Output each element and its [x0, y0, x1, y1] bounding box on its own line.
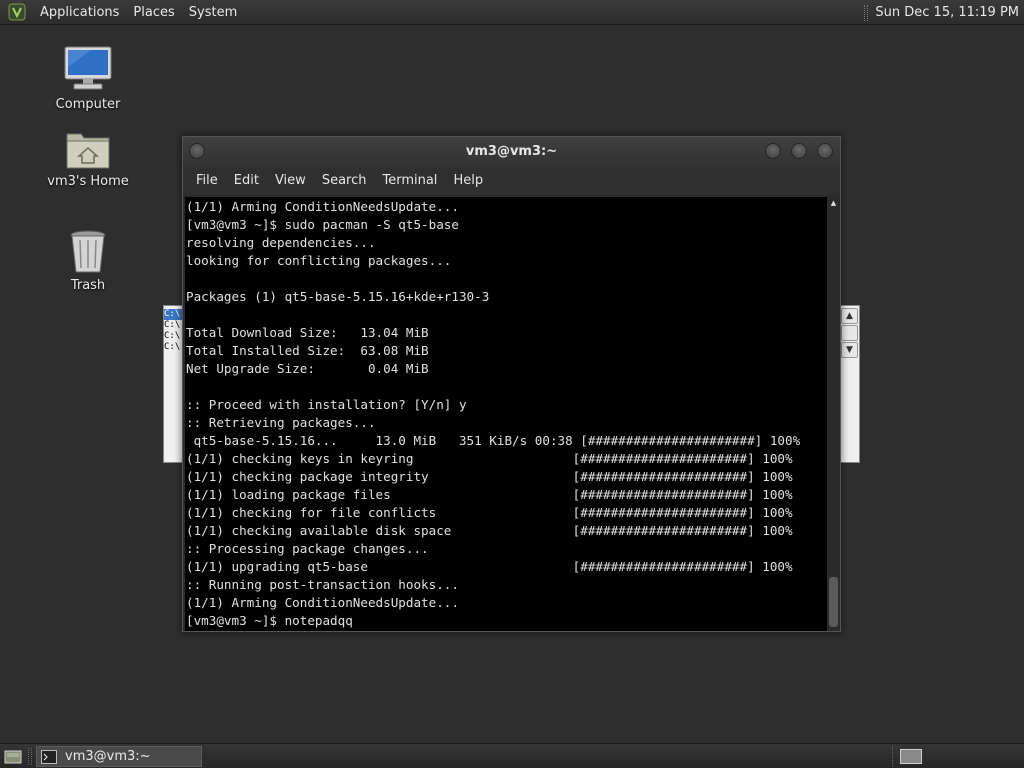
- panel-separator: [28, 748, 32, 765]
- show-desktop-icon[interactable]: [3, 748, 23, 765]
- terminal-titlebar[interactable]: vm3@vm3:~: [183, 137, 840, 167]
- terminal-line: Net Upgrade Size: 0.04 MiB: [186, 361, 429, 376]
- list-item[interactable]: C:\: [164, 342, 182, 353]
- panel-tray: Sun Dec 15, 11:19 PM: [864, 0, 1024, 25]
- terminal-line: (1/1) checking keys in keyring [########…: [186, 451, 793, 466]
- top-panel: Applications Places System Sun Dec 15, 1…: [0, 0, 1024, 25]
- terminal-line: (1/1) Arming ConditionNeedsUpdate...: [186, 199, 459, 214]
- terminal-line: (1/1) Arming ConditionNeedsUpdate...: [186, 595, 459, 610]
- applications-menu[interactable]: Applications: [33, 0, 126, 25]
- scroll-up-icon[interactable]: ▲: [841, 308, 858, 324]
- terminal-lines: (1/1) Arming ConditionNeedsUpdate... [vm…: [186, 198, 826, 630]
- terminal-line: :: Retrieving packages...: [186, 415, 376, 430]
- trash-icon: [70, 230, 106, 273]
- desktop-icon-home[interactable]: vm3's Home: [38, 128, 138, 189]
- terminal-menubar: File Edit View Search Terminal Help: [183, 167, 840, 195]
- terminal-window[interactable]: vm3@vm3:~ File Edit View Search Terminal…: [182, 136, 841, 632]
- list-item[interactable]: C:\: [164, 309, 182, 320]
- terminal-line: :: Processing package changes...: [186, 541, 429, 556]
- places-menu[interactable]: Places: [126, 0, 181, 25]
- menu-view[interactable]: View: [267, 167, 314, 195]
- workspace-switcher[interactable]: [892, 746, 928, 767]
- menu-help[interactable]: Help: [445, 167, 491, 195]
- menu-edit[interactable]: Edit: [226, 167, 267, 195]
- desktop-icon-computer[interactable]: Computer: [38, 45, 138, 112]
- maximize-button[interactable]: [791, 143, 807, 159]
- terminal-line: Total Download Size: 13.04 MiB: [186, 325, 429, 340]
- terminal-line: Total Installed Size: 63.08 MiB: [186, 343, 429, 358]
- window-title: vm3@vm3:~: [465, 144, 558, 159]
- terminal-output[interactable]: (1/1) Arming ConditionNeedsUpdate... [vm…: [185, 197, 827, 631]
- background-window-scrollbar[interactable]: ▲ ▼: [841, 308, 858, 368]
- bottom-panel: vm3@vm3:~: [0, 743, 1024, 768]
- computer-icon: [64, 46, 112, 90]
- terminal-line: (1/1) upgrading qt5-base [##############…: [186, 559, 793, 574]
- terminal-scrollbar[interactable]: ▲: [827, 197, 840, 631]
- desktop-icon-label: vm3's Home: [47, 174, 129, 189]
- scrollbar-thumb[interactable]: [829, 577, 838, 627]
- terminal-line: (1/1) checking for file conflicts [#####…: [186, 505, 793, 520]
- list-item[interactable]: C:\: [164, 331, 182, 342]
- terminal-line: :: Proceed with installation? [Y/n] y: [186, 397, 467, 412]
- scroll-up-icon[interactable]: ▲: [827, 197, 840, 209]
- workspace-1[interactable]: [899, 749, 922, 764]
- terminal-line: (1/1) checking available disk space [###…: [186, 523, 793, 538]
- home-folder-icon: [66, 133, 110, 169]
- background-window-list: C:\ C:\ C:\ C:\: [164, 309, 182, 353]
- distro-logo-icon[interactable]: [7, 2, 27, 22]
- taskbar-button-label: vm3@vm3:~: [65, 749, 151, 764]
- terminal-icon: [41, 749, 57, 764]
- terminal-line: :: Running post-transaction hooks...: [186, 577, 459, 592]
- top-menu: Applications Places System: [0, 0, 244, 25]
- taskbar-terminal-button[interactable]: vm3@vm3:~: [36, 746, 202, 767]
- terminal-line: (1/1) checking package integrity [######…: [186, 469, 793, 484]
- terminal-line: (1/1) loading package files [###########…: [186, 487, 793, 502]
- panel-separator: [864, 4, 869, 21]
- scroll-track[interactable]: [841, 325, 858, 341]
- list-item[interactable]: C:\: [164, 320, 182, 331]
- minimize-button[interactable]: [765, 143, 781, 159]
- terminal-line: resolving dependencies...: [186, 235, 376, 250]
- terminal-line: qt5-base-5.15.16... 13.0 MiB 351 KiB/s 0…: [186, 433, 801, 448]
- terminal-line: [vm3@vm3 ~]$ sudo pacman -S qt5-base: [186, 217, 459, 232]
- menu-terminal[interactable]: Terminal: [374, 167, 445, 195]
- desktop-icon-label: Trash: [70, 278, 106, 293]
- desktop-icon-label: Computer: [55, 97, 121, 112]
- close-button[interactable]: [817, 143, 833, 159]
- clock[interactable]: Sun Dec 15, 11:19 PM: [875, 5, 1024, 20]
- menu-file[interactable]: File: [188, 167, 226, 195]
- scroll-down-icon[interactable]: ▼: [841, 342, 858, 358]
- terminal-line: Packages (1) qt5-base-5.15.16+kde+r130-3: [186, 289, 490, 304]
- terminal-line: looking for conflicting packages...: [186, 253, 452, 268]
- desktop-icon-trash[interactable]: Trash: [38, 228, 138, 293]
- terminal-prompt-line[interactable]: [vm3@vm3 ~]$ notepadqq: [186, 612, 826, 630]
- system-menu[interactable]: System: [182, 0, 244, 25]
- menu-search[interactable]: Search: [314, 167, 375, 195]
